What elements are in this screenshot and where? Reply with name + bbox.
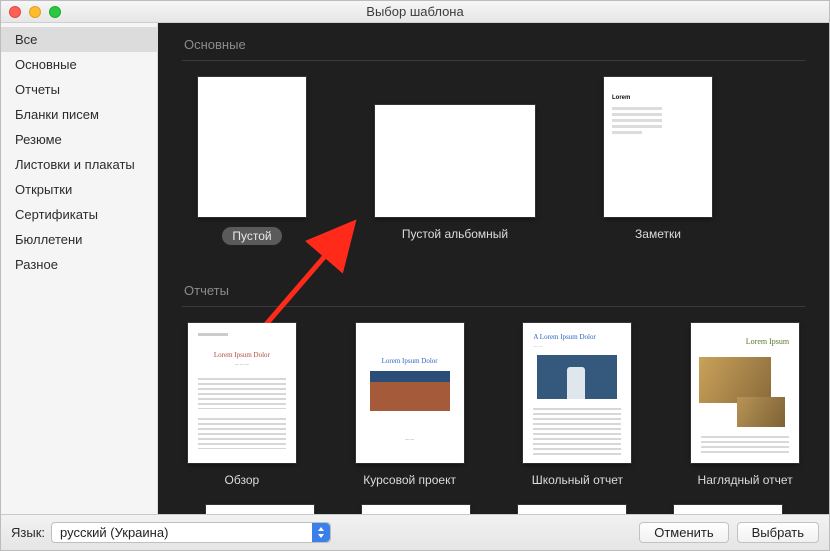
template-thumb: A Lorem Ipsum Dolor — — bbox=[523, 323, 631, 463]
photo-icon bbox=[537, 355, 617, 399]
template-label: Пустой bbox=[222, 227, 281, 245]
template-thumb bbox=[206, 505, 314, 514]
template-label: Обзор bbox=[225, 473, 260, 487]
section-title: Отчеты bbox=[182, 269, 805, 307]
template-row: Lorem Ipsum Dolor — — — Обзор Lorem Ipsu… bbox=[182, 323, 805, 487]
titlebar: Выбор шаблона bbox=[1, 1, 829, 23]
template-row-peek bbox=[182, 505, 805, 514]
template-visual-report[interactable]: Lorem Ipsum Наглядный отчет bbox=[685, 323, 805, 487]
template-label: Пустой альбомный bbox=[402, 227, 508, 241]
template-label: Заметки bbox=[635, 227, 681, 241]
template-label: Наглядный отчет bbox=[698, 473, 793, 487]
template-thumb: Lorem Ipsum bbox=[691, 323, 799, 463]
template-peek[interactable] bbox=[362, 505, 470, 514]
cancel-button[interactable]: Отменить bbox=[639, 522, 728, 543]
minimize-icon[interactable] bbox=[29, 6, 41, 18]
template-thumb bbox=[362, 505, 470, 514]
template-blank[interactable]: Пустой bbox=[182, 77, 322, 245]
template-thumb: Lorem Ipsum Dolor — — bbox=[356, 323, 464, 463]
language-label: Язык: bbox=[11, 525, 45, 540]
choose-button[interactable]: Выбрать bbox=[737, 522, 819, 543]
section-reports: Отчеты Lorem Ipsum Dolor — — — Обзор bbox=[158, 269, 829, 514]
template-thumb: Lorem Ipsum Dolor — — — bbox=[188, 323, 296, 463]
sidebar-item-all[interactable]: Все bbox=[1, 27, 157, 52]
template-chooser-window: Выбор шаблона Все Основные Отчеты Бланки… bbox=[0, 0, 830, 551]
sidebar-item-certificates[interactable]: Сертификаты bbox=[1, 202, 157, 227]
template-thumb bbox=[518, 505, 626, 514]
template-term-paper[interactable]: Lorem Ipsum Dolor — — Курсовой проект bbox=[350, 323, 470, 487]
template-thumb bbox=[198, 77, 306, 217]
updown-icon bbox=[312, 523, 330, 542]
template-notes[interactable]: Lorem Заметки bbox=[588, 77, 728, 245]
photo-icon bbox=[370, 371, 450, 411]
body: Все Основные Отчеты Бланки писем Резюме … bbox=[1, 23, 829, 514]
sidebar-item-newsletters[interactable]: Бюллетени bbox=[1, 227, 157, 252]
template-essay[interactable]: Lorem Ipsum Dolor — — — Обзор bbox=[182, 323, 302, 487]
template-label: Курсовой проект bbox=[363, 473, 456, 487]
sidebar-item-cards[interactable]: Открытки bbox=[1, 177, 157, 202]
window-title: Выбор шаблона bbox=[1, 4, 829, 19]
language-select[interactable]: русский (Украина) bbox=[51, 522, 331, 543]
template-blank-landscape[interactable]: Пустой альбомный bbox=[370, 77, 540, 245]
template-peek[interactable] bbox=[674, 505, 782, 514]
sidebar-item-letterheads[interactable]: Бланки писем bbox=[1, 102, 157, 127]
template-school-report[interactable]: A Lorem Ipsum Dolor — — Школьный отчет bbox=[518, 323, 638, 487]
sidebar-item-reports[interactable]: Отчеты bbox=[1, 77, 157, 102]
language-value: русский (Украина) bbox=[60, 525, 168, 540]
sidebar: Все Основные Отчеты Бланки писем Резюме … bbox=[1, 23, 158, 514]
traffic-lights bbox=[9, 6, 61, 18]
template-peek[interactable] bbox=[206, 505, 314, 514]
sidebar-item-misc[interactable]: Разное bbox=[1, 252, 157, 277]
template-row: Пустой Пустой альбомный bbox=[182, 77, 805, 245]
sidebar-item-resume[interactable]: Резюме bbox=[1, 127, 157, 152]
thumb-title: Lorem bbox=[612, 95, 630, 101]
zoom-icon[interactable] bbox=[49, 6, 61, 18]
template-scroll[interactable]: Основные Пустой Пустой аль bbox=[158, 23, 829, 514]
thumb-title: Lorem Ipsum bbox=[746, 337, 789, 346]
template-label: Школьный отчет bbox=[532, 473, 623, 487]
footer: Язык: русский (Украина) Отменить Выбрать bbox=[1, 514, 829, 550]
template-grid: Основные Пустой Пустой аль bbox=[158, 23, 829, 514]
sidebar-item-flyers[interactable]: Листовки и плакаты bbox=[1, 152, 157, 177]
thumb-title: A Lorem Ipsum Dolor bbox=[533, 333, 595, 341]
thumb-title: Lorem Ipsum Dolor bbox=[188, 351, 296, 359]
template-thumb bbox=[375, 105, 535, 217]
close-icon[interactable] bbox=[9, 6, 21, 18]
thumb-title: Lorem Ipsum Dolor bbox=[356, 357, 464, 365]
template-thumb: Lorem bbox=[604, 77, 712, 217]
section-basics: Основные Пустой Пустой аль bbox=[158, 23, 829, 269]
photo-icon bbox=[737, 397, 785, 427]
template-peek[interactable] bbox=[518, 505, 626, 514]
template-thumb bbox=[674, 505, 782, 514]
section-title: Основные bbox=[182, 23, 805, 61]
sidebar-item-basics[interactable]: Основные bbox=[1, 52, 157, 77]
